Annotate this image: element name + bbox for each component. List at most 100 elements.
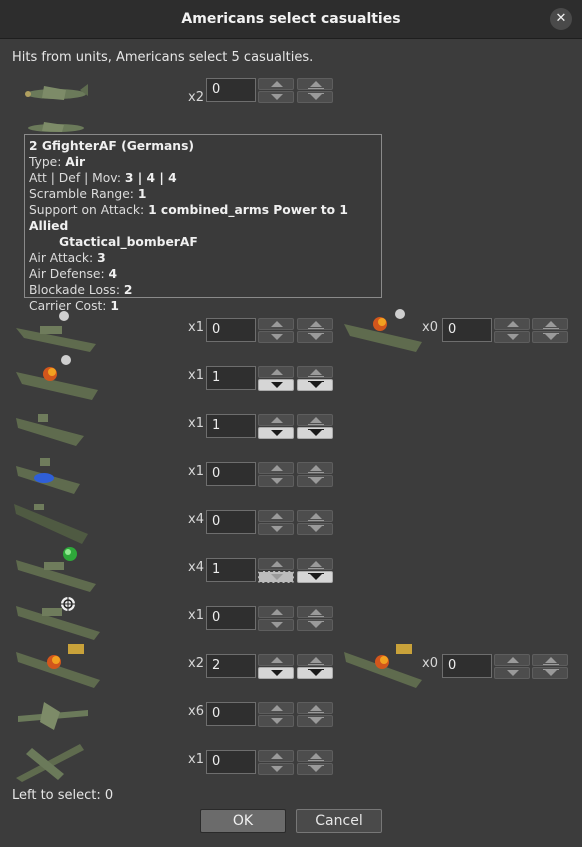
heavy-bomber-icon <box>14 738 100 784</box>
casualty-count-field[interactable]: 0 <box>206 606 256 630</box>
decrement-button[interactable] <box>258 91 294 103</box>
casualty-count-field[interactable]: 1 <box>206 366 256 390</box>
casualty-count-field[interactable]: 0 <box>206 78 256 102</box>
min-button[interactable] <box>297 523 333 535</box>
unit-row-damaged-battleship: x2 2 x0 0 <box>0 642 582 690</box>
increment-button[interactable] <box>258 654 294 666</box>
tooltip-air-defense: Air Defense: 4 <box>29 267 118 281</box>
min-button[interactable] <box>532 331 568 343</box>
increment-button[interactable] <box>258 414 294 426</box>
decrement-button[interactable] <box>494 667 530 679</box>
min-button[interactable] <box>297 379 333 391</box>
min-button[interactable] <box>297 331 333 343</box>
increment-button[interactable] <box>258 318 294 330</box>
max-button[interactable] <box>297 318 333 330</box>
decrement-button[interactable] <box>258 475 294 487</box>
tooltip-scramble: Scramble Range: 1 <box>29 187 147 201</box>
increment-button[interactable] <box>258 702 294 714</box>
unit-row-heavy-bomber: x1 0 <box>0 738 582 786</box>
min-button[interactable] <box>532 667 568 679</box>
damaged-battleship-icon <box>344 642 422 688</box>
tooltip-title: 2 GfighterAF (Germans) <box>29 139 195 153</box>
increment-button[interactable] <box>258 462 294 474</box>
casualty-count-field[interactable]: 1 <box>206 558 256 582</box>
decrement-button[interactable] <box>258 619 294 631</box>
damaged-count-field[interactable]: 0 <box>442 318 492 342</box>
increment-button[interactable] <box>258 510 294 522</box>
casualty-count-field[interactable]: 0 <box>206 702 256 726</box>
increment-button[interactable] <box>494 318 530 330</box>
decrement-button[interactable] <box>258 763 294 775</box>
tactical-bomber-icon <box>14 690 100 736</box>
tooltip-carrier: Carrier Cost: 1 <box>29 299 119 313</box>
unit-row-transport: x1 0 <box>0 450 582 498</box>
max-button[interactable] <box>297 414 333 426</box>
max-button[interactable] <box>532 654 568 666</box>
increment-button[interactable] <box>258 606 294 618</box>
cancel-button[interactable]: Cancel <box>296 809 382 833</box>
tooltip-air-attack: Air Attack: 3 <box>29 251 106 265</box>
increment-button[interactable] <box>258 558 294 570</box>
min-button[interactable] <box>297 475 333 487</box>
increment-button[interactable] <box>258 750 294 762</box>
unit-multiplier: x1 <box>188 464 204 479</box>
max-button[interactable] <box>297 606 333 618</box>
unit-multiplier: x1 <box>188 416 204 431</box>
decrement-button[interactable] <box>258 427 294 439</box>
decrement-button[interactable] <box>258 379 294 391</box>
casualty-message: Hits from units, Americans select 5 casu… <box>12 50 314 65</box>
unit-multiplier: x1 <box>188 608 204 623</box>
casualty-count-field[interactable]: 0 <box>206 318 256 342</box>
min-button[interactable] <box>297 763 333 775</box>
damaged-battleship-icon <box>14 642 100 688</box>
tooltip-blockade: Blockade Loss: 2 <box>29 283 133 297</box>
decrement-button[interactable] <box>258 523 294 535</box>
max-button[interactable] <box>297 366 333 378</box>
unit-multiplier: x6 <box>188 704 204 719</box>
decrement-button[interactable] <box>494 331 530 343</box>
max-button[interactable] <box>532 318 568 330</box>
max-button[interactable] <box>297 702 333 714</box>
tooltip-support: Support on Attack: 1 combined_arms Power… <box>29 203 348 233</box>
left-to-select: Left to select: 0 <box>12 788 114 803</box>
decrement-button[interactable] <box>258 571 294 583</box>
casualty-count-field[interactable]: 2 <box>206 654 256 678</box>
decrement-button[interactable] <box>258 715 294 727</box>
min-button[interactable] <box>297 667 333 679</box>
unit-row-battleship: x4 1 <box>0 546 582 594</box>
unit-multiplier: x1 <box>188 752 204 767</box>
unit-row-battleship-target: x1 0 <box>0 594 582 642</box>
min-button[interactable] <box>297 619 333 631</box>
damaged-multiplier: x0 <box>422 320 438 335</box>
max-button[interactable] <box>297 78 333 90</box>
decrement-button[interactable] <box>258 331 294 343</box>
max-button[interactable] <box>297 462 333 474</box>
casualty-count-field[interactable]: 0 <box>206 462 256 486</box>
damaged-count-field[interactable]: 0 <box>442 654 492 678</box>
min-button[interactable] <box>297 715 333 727</box>
unit-multiplier: x1 <box>188 320 204 335</box>
min-button[interactable] <box>297 427 333 439</box>
min-button[interactable] <box>297 571 333 583</box>
max-button[interactable] <box>297 654 333 666</box>
unit-multiplier: x4 <box>188 512 204 527</box>
increment-button[interactable] <box>258 366 294 378</box>
casualty-count-field[interactable]: 1 <box>206 414 256 438</box>
transport-icon <box>14 450 100 496</box>
increment-button[interactable] <box>494 654 530 666</box>
max-button[interactable] <box>297 510 333 522</box>
decrement-button[interactable] <box>258 667 294 679</box>
casualty-count-field[interactable]: 0 <box>206 750 256 774</box>
tooltip-support-target: Gtactical_bomberAF <box>59 235 198 249</box>
ok-button[interactable]: OK <box>200 809 286 833</box>
casualty-count-field[interactable]: 0 <box>206 510 256 534</box>
increment-button[interactable] <box>258 78 294 90</box>
title-bar: Americans select casualties ✕ <box>0 0 582 39</box>
close-icon[interactable]: ✕ <box>550 8 572 30</box>
min-button[interactable] <box>297 91 333 103</box>
unit-multiplier: x2 <box>188 656 204 671</box>
damaged-carrier-icon <box>14 354 100 400</box>
max-button[interactable] <box>297 558 333 570</box>
battleship-icon <box>14 546 100 592</box>
max-button[interactable] <box>297 750 333 762</box>
